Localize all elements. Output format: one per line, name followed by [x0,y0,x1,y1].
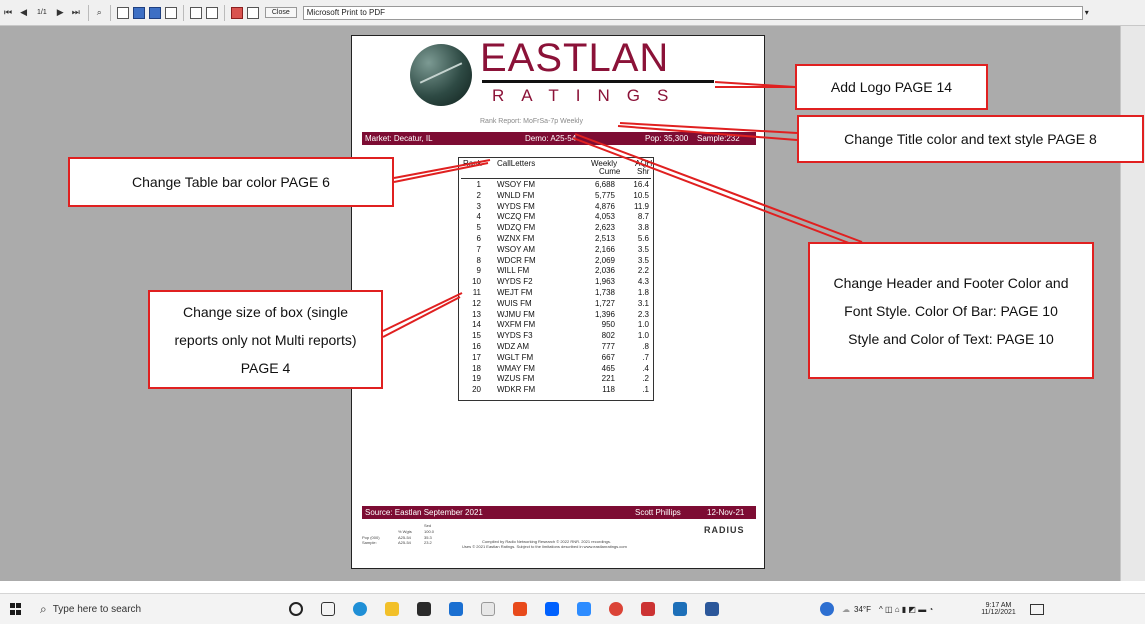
word-icon[interactable] [705,602,719,616]
arrow-table-bar-2 [393,162,489,183]
windows-start-icon[interactable] [10,603,22,615]
cortana-icon[interactable] [289,602,303,616]
taskbar-search[interactable]: ⌕ Type here to search [40,602,141,617]
arrow-box-size-2 [382,296,461,338]
chrome-icon[interactable] [609,602,623,616]
radius-app-icon[interactable] [641,602,655,616]
weather-temperature[interactable]: 34°F [854,605,871,614]
clock-date: 11/12/2021 [981,609,1016,616]
taskbar-clock[interactable]: 9:17 AM 11/12/2021 [981,602,1016,616]
callout-add-logo: Add Logo PAGE 14 [795,64,988,110]
callout-table-bar: Change Table bar color PAGE 6 [68,157,394,207]
file-explorer-icon[interactable] [385,602,399,616]
clock-time: 9:17 AM [985,602,1012,609]
search-icon: ⌕ [40,601,47,616]
office-icon[interactable] [513,602,527,616]
arrow-box-size [382,292,463,332]
help-icon[interactable] [820,602,834,616]
task-view-icon[interactable] [321,602,335,616]
edge-icon[interactable] [353,602,367,616]
taskbar-apps [280,602,728,616]
amazon-icon[interactable] [481,602,495,616]
tray-icons[interactable]: ^ ◫ ⌂ ▮ ◩ ▬ ◔ [879,605,933,614]
store-icon[interactable] [417,602,431,616]
callout-title-style: Change Title color and text style PAGE 8 [797,115,1144,163]
system-tray: ☁ 34°F ^ ◫ ⌂ ▮ ◩ ▬ ◔ 9:17 AM 11/12/2021 [820,602,1044,616]
callout-header-footer: Change Header and Footer Color and Font … [808,242,1094,379]
arrow-table-bar [393,159,491,179]
mail-icon[interactable] [449,602,463,616]
weather-icon[interactable]: ☁ [842,605,850,614]
callout-box-size: Change size of box (single reports only … [148,290,383,389]
zoom-app-icon[interactable] [577,602,591,616]
teamviewer-icon[interactable] [673,602,687,616]
dropbox-icon[interactable] [545,602,559,616]
notification-icon[interactable] [1029,603,1044,615]
windows-taskbar: ⌕ Type here to search ☁ 34°F ^ ◫ ⌂ ▮ ◩ ▬… [0,593,1145,624]
search-placeholder: Type here to search [52,603,142,615]
